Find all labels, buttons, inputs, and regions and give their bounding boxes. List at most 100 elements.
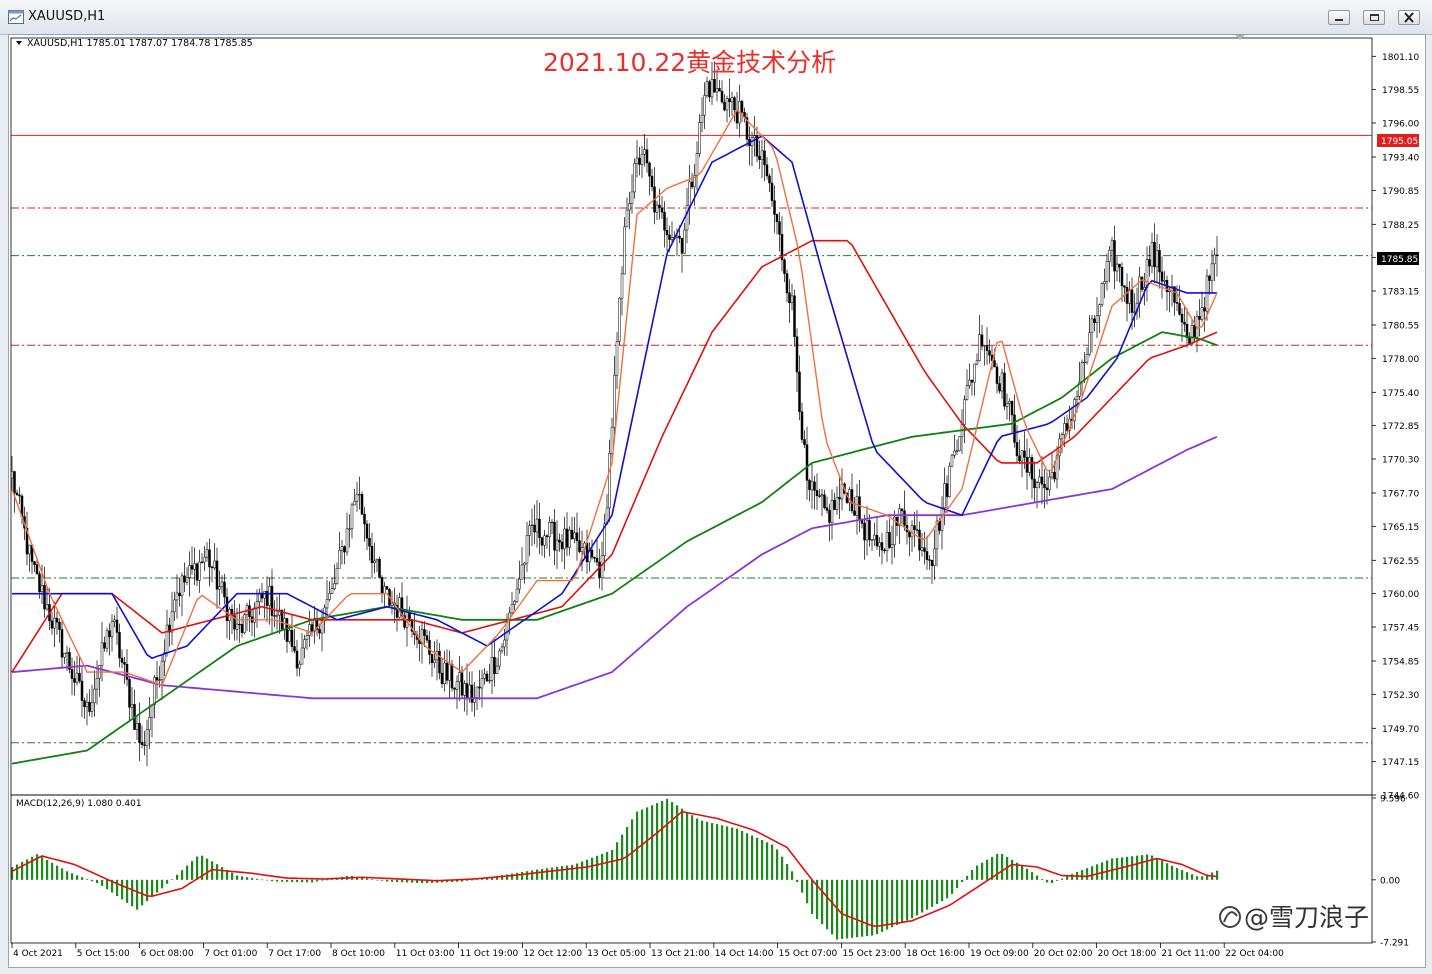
candle-body xyxy=(60,629,64,658)
shift-marker-icon[interactable] xyxy=(1235,35,1245,40)
candle-body xyxy=(703,95,706,116)
candle-body xyxy=(788,292,791,303)
candle-body xyxy=(540,537,544,546)
macd-histogram-bar xyxy=(631,819,634,880)
macd-histogram-bar xyxy=(1011,859,1014,880)
macd-histogram-bar xyxy=(401,879,404,883)
candle-body xyxy=(680,237,684,254)
price-tick-label: 1770.30 xyxy=(1382,455,1419,465)
candle-body xyxy=(178,592,181,596)
candle-body xyxy=(95,678,99,690)
candle-body xyxy=(363,513,366,525)
candle-body xyxy=(140,742,144,746)
candle-body xyxy=(1180,314,1184,323)
macd-histogram-bar xyxy=(961,879,964,882)
macd-histogram-bar xyxy=(216,864,219,880)
candle-body xyxy=(188,565,191,578)
candle-body xyxy=(728,98,731,103)
main-chart-panel[interactable] xyxy=(10,37,1373,796)
candle-body xyxy=(708,81,711,98)
price-tick-label: 1762.55 xyxy=(1382,557,1419,567)
price-tick-label: 1772.85 xyxy=(1382,422,1419,432)
candle-body xyxy=(1118,263,1121,268)
macd-histogram-bar xyxy=(1081,870,1084,880)
candle-body xyxy=(273,615,276,617)
macd-histogram-bar xyxy=(56,865,59,880)
candle-body xyxy=(575,532,579,541)
candle-body xyxy=(1120,266,1124,287)
candle-body xyxy=(1113,240,1116,272)
candle-body xyxy=(1045,487,1049,491)
candle-body xyxy=(1013,414,1016,443)
dropdown-triangle-icon[interactable] xyxy=(16,41,22,45)
candle-body xyxy=(183,575,186,583)
candle-body xyxy=(335,568,339,584)
macd-histogram-bar xyxy=(1101,862,1104,880)
macd-histogram-bar xyxy=(791,871,794,880)
candle-body xyxy=(568,529,571,548)
candle-body xyxy=(1210,263,1214,281)
candle-body xyxy=(943,483,946,509)
candle-body xyxy=(930,560,934,567)
candle-body xyxy=(563,528,566,550)
time-tick-label: 6 Oct 08:00 xyxy=(141,949,194,959)
candle-body xyxy=(835,497,839,510)
candle-body xyxy=(785,273,789,294)
candle-body xyxy=(705,81,709,96)
candle-body xyxy=(538,518,541,538)
macd-histogram-bar xyxy=(1021,865,1024,880)
candle-body xyxy=(620,273,624,299)
time-tick-label: 20 Oct 18:00 xyxy=(1098,949,1157,959)
macd-histogram-bar xyxy=(101,879,104,886)
macd-histogram-bar xyxy=(556,866,559,880)
macd-histogram-bar xyxy=(1051,879,1054,883)
candle-body xyxy=(1050,472,1054,478)
candle-body xyxy=(198,561,201,581)
candle-body xyxy=(158,679,161,681)
candle-body xyxy=(613,374,616,428)
candle-body xyxy=(93,688,96,704)
candle-body xyxy=(35,564,39,574)
candle-body xyxy=(220,581,224,587)
candle-body xyxy=(358,493,361,496)
macd-histogram-bar xyxy=(686,811,689,880)
candle-body xyxy=(593,556,596,559)
candle-body xyxy=(625,209,629,228)
candle-body xyxy=(973,363,976,383)
macd-histogram-bar xyxy=(366,878,369,880)
candle-body xyxy=(33,561,36,565)
candle-body xyxy=(928,559,931,561)
candle-body xyxy=(558,539,561,543)
candle-body xyxy=(375,558,379,562)
candle-body xyxy=(330,588,334,594)
candle-body xyxy=(543,535,546,546)
chart-canvas[interactable]: 1801.10 1798.55 1796.00 1793.40 1790.85 1788.… xyxy=(0,0,1432,974)
candle-body xyxy=(520,564,524,580)
candle-body xyxy=(328,593,331,600)
candle-body xyxy=(1123,285,1126,288)
candle-body xyxy=(1183,321,1186,325)
macd-histogram-bar xyxy=(1071,874,1074,880)
candle-body xyxy=(643,149,646,155)
macd-histogram-bar xyxy=(706,821,709,880)
candle-body xyxy=(925,551,929,560)
macd-histogram-bar xyxy=(16,864,19,880)
candle-body xyxy=(488,679,491,682)
candle-body xyxy=(63,653,66,658)
candle-body xyxy=(730,97,734,103)
macd-histogram-bar xyxy=(151,879,154,897)
candle-body xyxy=(138,723,141,743)
macd-histogram-bar xyxy=(611,849,614,880)
time-tick-label: 8 Oct 10:00 xyxy=(332,949,385,959)
candle-body xyxy=(443,662,446,684)
macd-tick-label: 0.00 xyxy=(1380,876,1400,886)
candle-body xyxy=(130,704,134,708)
macd-histogram-bar xyxy=(1146,854,1149,880)
candle-body xyxy=(1008,401,1011,404)
candle-body xyxy=(270,585,274,616)
candle-body xyxy=(880,542,884,551)
macd-histogram-bar xyxy=(1086,868,1089,880)
price-tick-label: 1790.85 xyxy=(1382,187,1419,197)
macd-histogram-bar xyxy=(306,879,309,883)
price-tick-label: 1801.10 xyxy=(1382,53,1419,63)
